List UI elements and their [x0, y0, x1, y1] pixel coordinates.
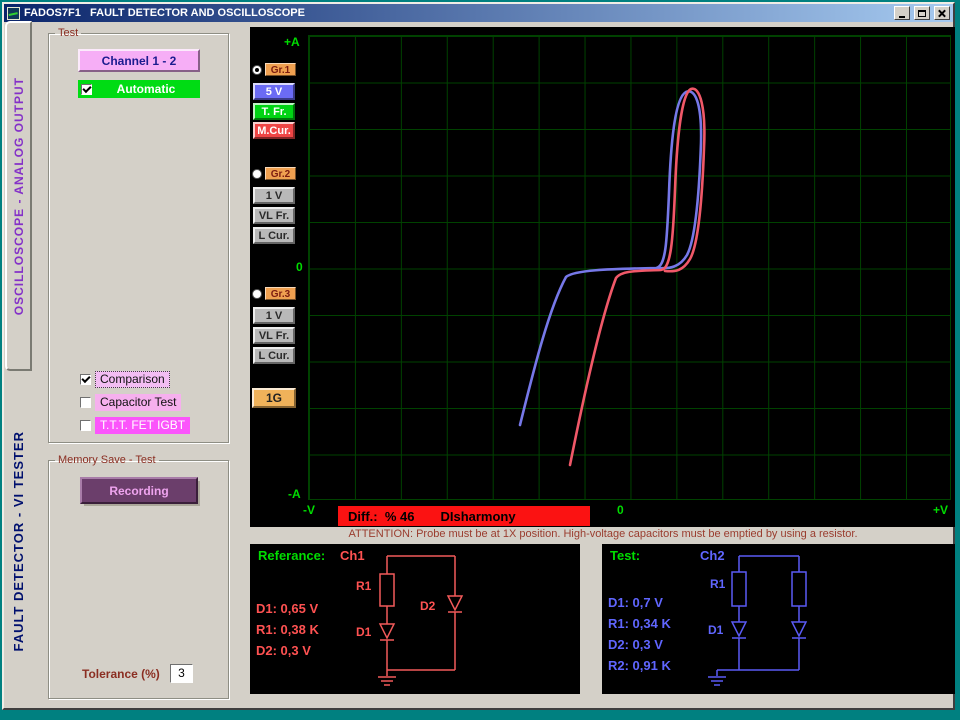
comparison-checkbox-box [80, 374, 91, 385]
group3-label: Gr.3 [265, 287, 296, 300]
channel2-curve [520, 91, 701, 425]
minimize-icon [899, 16, 905, 18]
group1-radio[interactable]: Gr.1 [252, 62, 298, 77]
axis-label-zero-x: 0 [617, 503, 624, 517]
group1-radio-circle [252, 65, 262, 75]
minimize-button[interactable] [894, 6, 910, 20]
ttt-fet-igbt-checkbox[interactable]: T.T.T. FET IGBT [80, 417, 190, 434]
tab-oscilloscope-analog-output[interactable]: OSCILLOSCOPE - ANALOG OUTPUT [5, 21, 32, 371]
test-r1-label: R1 [710, 577, 726, 591]
difference-status: DIsharmony [440, 509, 515, 524]
app-icon [7, 7, 20, 20]
channel1-curve [570, 89, 704, 465]
gr2-frequency-button[interactable]: VL Fr. [253, 207, 295, 224]
gr1-frequency-button[interactable]: T. Fr. [253, 103, 295, 120]
automatic-checkbox-box [81, 84, 92, 95]
axis-label-plus-a: +A [284, 35, 300, 49]
group2-radio[interactable]: Gr.2 [252, 166, 298, 181]
test-circuit-diagram: R1 D1 [602, 544, 955, 694]
ttt-fet-igbt-checkbox-box [80, 420, 91, 431]
gr1-current-button[interactable]: M.Cur. [253, 122, 295, 139]
gr1-voltage-button[interactable]: 5 V [253, 83, 295, 100]
reference-d1-label: D1 [356, 625, 372, 639]
comparison-checkbox[interactable]: Comparison [80, 371, 170, 388]
gr2-voltage-button[interactable]: 1 V [253, 187, 295, 204]
tab-oscilloscope-label: OSCILLOSCOPE - ANALOG OUTPUT [12, 77, 26, 315]
gr3-frequency-button[interactable]: VL Fr. [253, 327, 295, 344]
reference-r1-label: R1 [356, 579, 372, 593]
group3-radio[interactable]: Gr.3 [252, 286, 298, 301]
test-d1-label: D1 [708, 623, 724, 637]
reference-panel: Referance: Ch1 D1: 0,65 V R1: 0,38 K D2:… [250, 544, 580, 694]
capacitor-test-checkbox-box [80, 397, 91, 408]
difference-banner: Diff.: % 46 DIsharmony [338, 506, 590, 526]
tab-fault-detector-vi-tester[interactable]: FAULT DETECTOR - VI TESTER [3, 413, 33, 669]
gr3-current-button[interactable]: L Cur. [253, 347, 295, 364]
group2-label: Gr.2 [265, 167, 296, 180]
capacitance-range-button[interactable]: 1G [252, 388, 296, 408]
close-icon [938, 9, 946, 17]
maximize-icon [918, 10, 926, 17]
close-button[interactable] [934, 6, 950, 20]
capacitor-test-label: Capacitor Test [95, 394, 181, 411]
comparison-label: Comparison [95, 371, 170, 388]
difference-value: Diff.: % 46 [348, 509, 414, 524]
group3-radio-circle [252, 289, 262, 299]
reference-d2-label: D2 [420, 599, 436, 613]
recording-button[interactable]: Recording [80, 477, 198, 504]
tolerance-label: Tolerance (%) [82, 667, 160, 681]
ttt-fet-igbt-label: T.T.T. FET IGBT [95, 417, 190, 434]
capacitor-test-checkbox[interactable]: Capacitor Test [80, 394, 181, 411]
attention-text: ATTENTION: Probe must be at 1X position.… [250, 528, 956, 540]
tolerance-input[interactable]: 3 [170, 664, 193, 683]
axis-label-minus-a: -A [288, 487, 301, 501]
oscilloscope-curves [308, 35, 951, 500]
axis-label-plus-v: +V [933, 503, 948, 517]
test-groupbox-legend: Test [55, 27, 81, 39]
gr2-current-button[interactable]: L Cur. [253, 227, 295, 244]
test-panel: Test: Ch2 D1: 0,7 V R1: 0,34 K D2: 0,3 V… [602, 544, 955, 694]
maximize-button[interactable] [914, 6, 930, 20]
automatic-label: Automatic [92, 82, 200, 96]
group1-label: Gr.1 [265, 63, 296, 76]
axis-label-zero-y: 0 [296, 260, 303, 274]
memory-save-test-legend: Memory Save - Test [55, 454, 159, 466]
group2-radio-circle [252, 169, 262, 179]
axis-label-minus-v: -V [303, 503, 315, 517]
channel-1-2-button[interactable]: Channel 1 - 2 [78, 49, 200, 72]
tab-fault-label: FAULT DETECTOR - VI TESTER [11, 431, 26, 652]
automatic-checkbox[interactable]: Automatic [78, 80, 200, 98]
gr3-voltage-button[interactable]: 1 V [253, 307, 295, 324]
title-bar[interactable]: FADOS7F1 FAULT DETECTOR AND OSCILLOSCOPE [4, 4, 953, 22]
window-title: FADOS7F1 FAULT DETECTOR AND OSCILLOSCOPE [24, 7, 890, 19]
reference-circuit-diagram: R1 D1 D2 [250, 544, 580, 694]
